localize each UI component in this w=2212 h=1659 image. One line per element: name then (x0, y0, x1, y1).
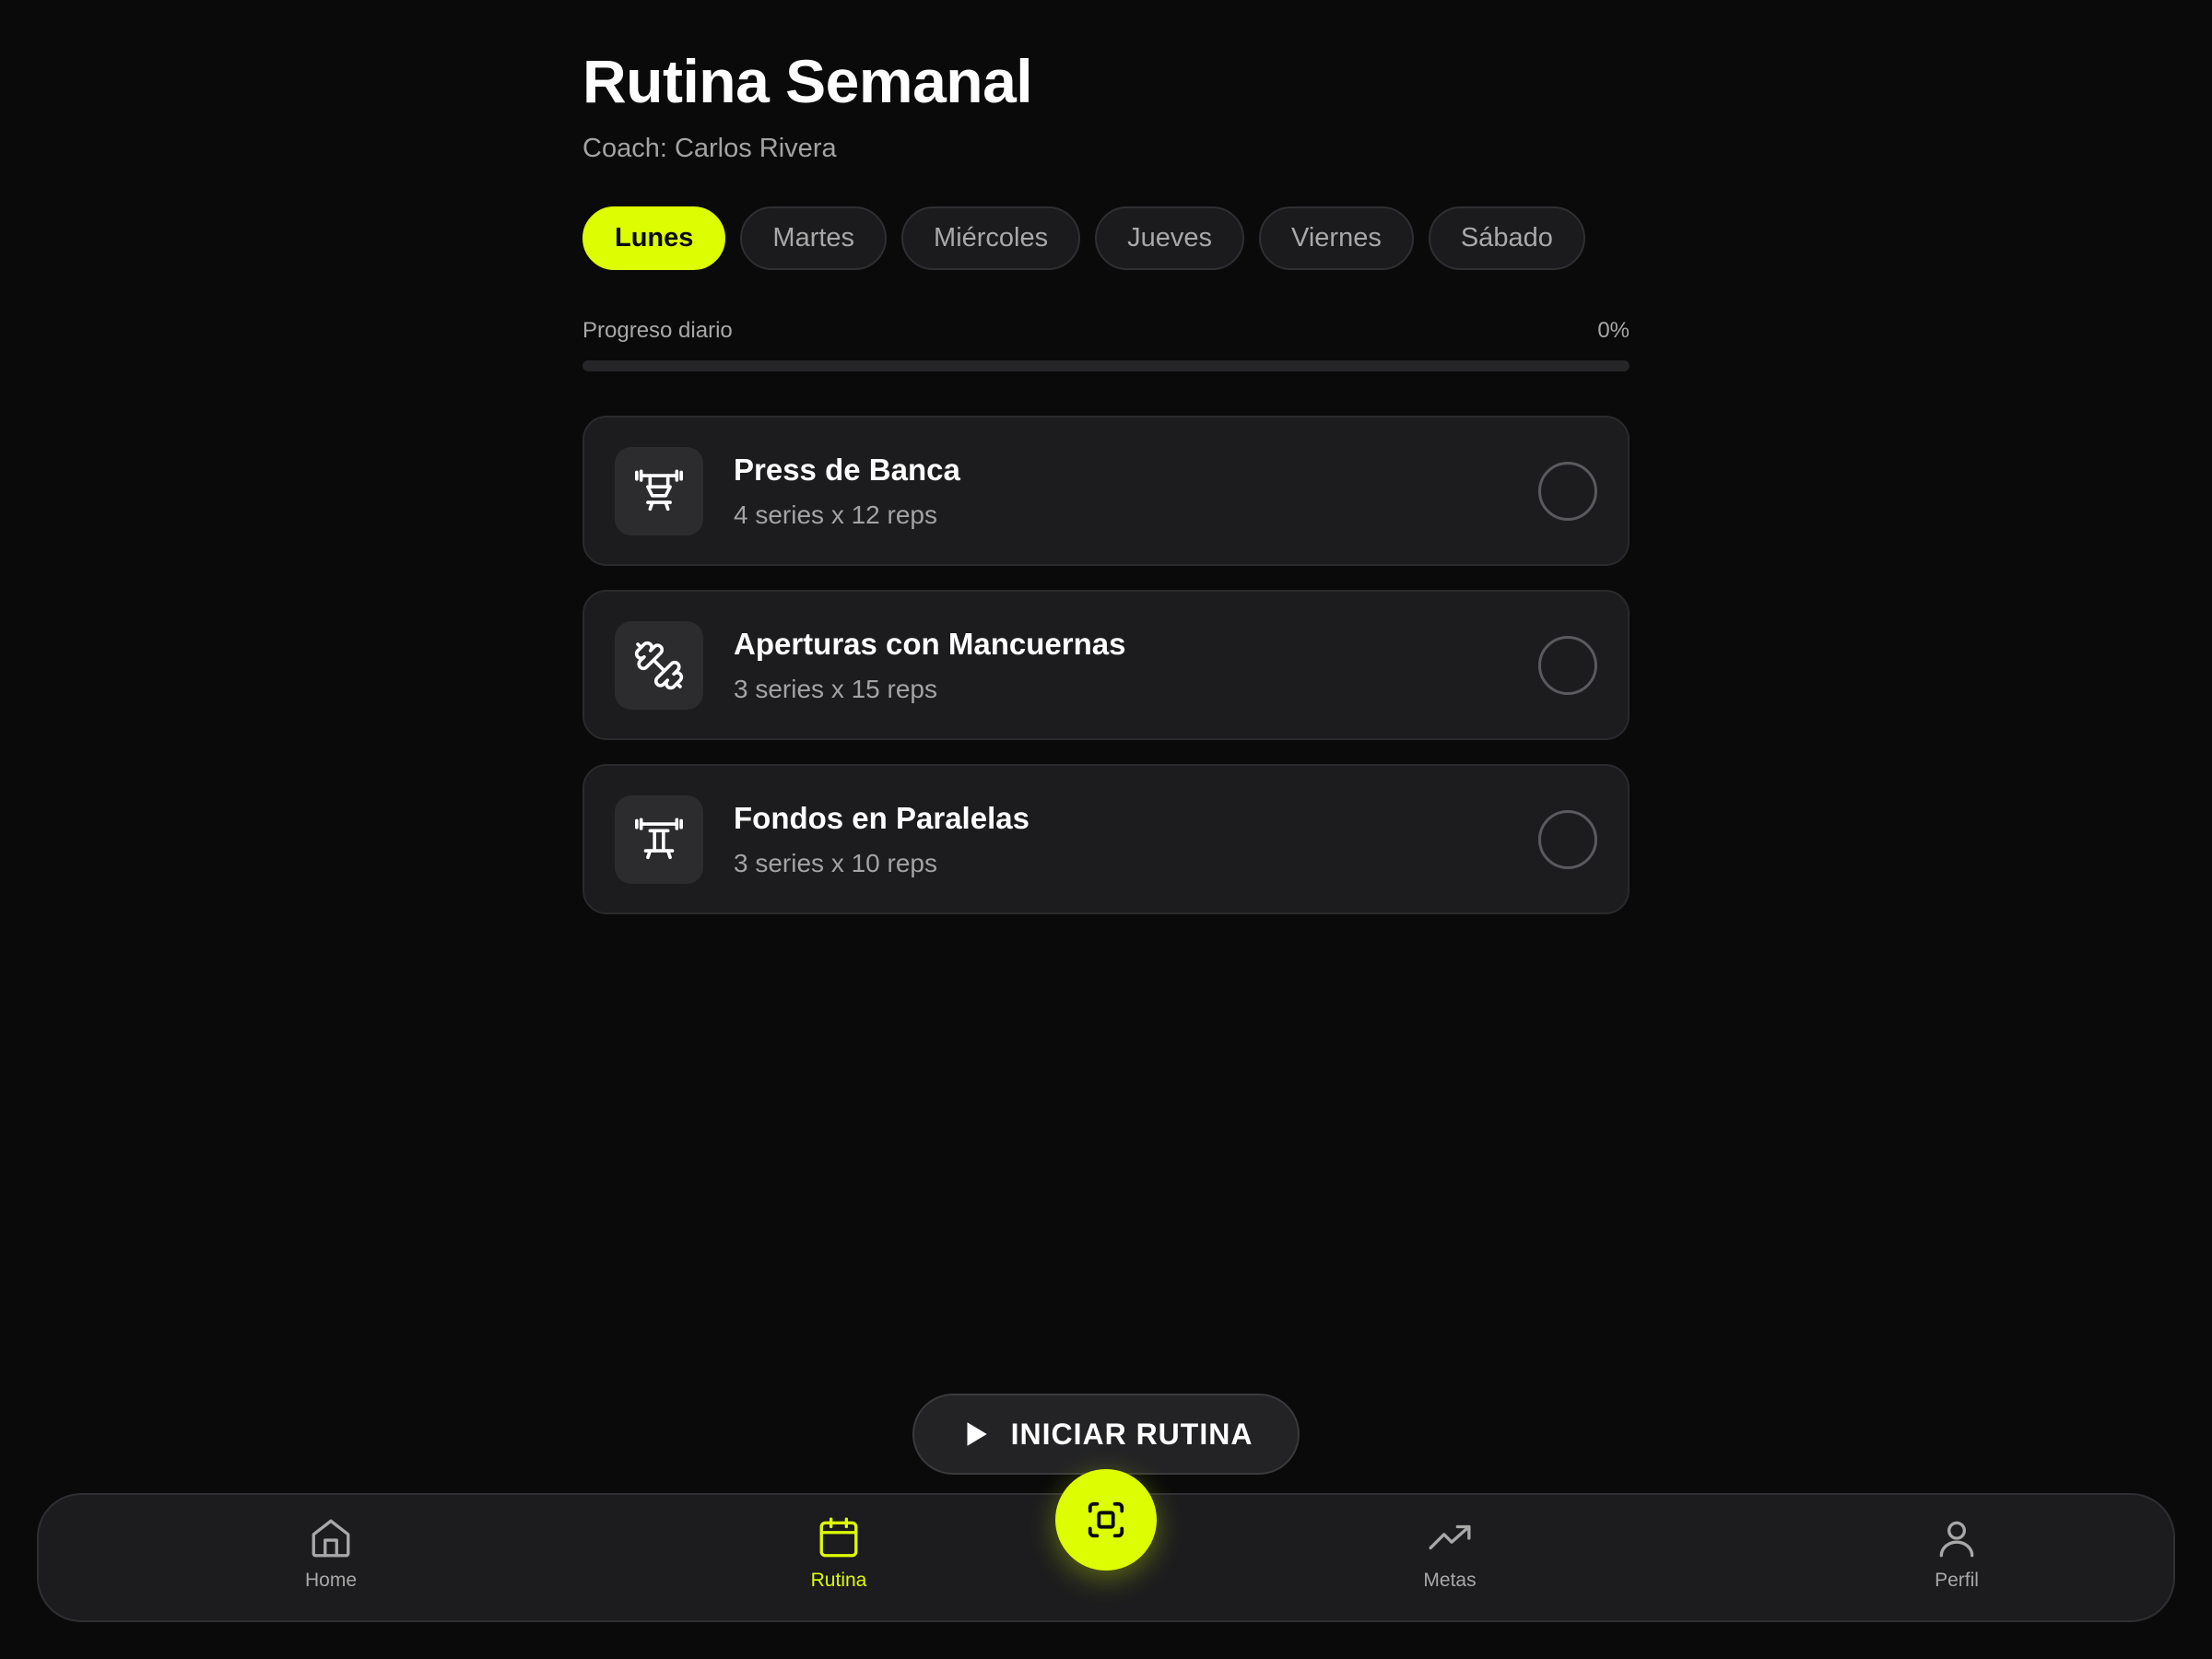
exercise-card[interactable]: Press de Banca 4 series x 12 reps (582, 416, 1630, 566)
tab-martes[interactable]: Martes (740, 206, 888, 270)
page-title: Rutina Semanal (582, 47, 1033, 115)
tab-lunes[interactable]: Lunes (582, 206, 726, 270)
play-icon (967, 1422, 987, 1446)
parallel-bars-icon (615, 794, 703, 884)
bench-press-icon (615, 446, 703, 535)
nav-item-home[interactable]: Home (257, 1515, 405, 1593)
nav-item-metas[interactable]: Metas (1376, 1515, 1524, 1593)
user-icon (1939, 1521, 1974, 1558)
exercise-detail: 3 series x 10 reps (734, 848, 937, 877)
tab-viernes[interactable]: Viernes (1259, 206, 1414, 270)
start-routine-label: INICIAR RUTINA (1010, 1417, 1253, 1451)
progress-label: Progreso diario (582, 318, 733, 343)
progress-value: 0% (1597, 318, 1630, 343)
scan-icon (1088, 1501, 1124, 1538)
main-content: Rutina Semanal Coach: Carlos Rivera Lune… (582, 46, 1630, 914)
tab-jueves[interactable]: Jueves (1095, 206, 1245, 270)
progress-bar (582, 360, 1630, 371)
trending-up-icon (1429, 1524, 1471, 1550)
progress-header: Progreso diario 0% (582, 318, 1630, 344)
exercise-name: Fondos en Paralelas (734, 800, 1030, 835)
coach-name: Coach: Carlos Rivera (582, 134, 837, 163)
nav-label-metas: Metas (1423, 1570, 1477, 1591)
nav-item-perfil[interactable]: Perfil (1883, 1515, 2030, 1593)
start-routine-button[interactable]: INICIAR RUTINA (912, 1394, 1300, 1475)
complete-checkbox[interactable] (1538, 635, 1597, 695)
nav-label-rutina: Rutina (810, 1570, 867, 1591)
dumbbell-icon (615, 620, 703, 710)
scan-button[interactable] (1055, 1469, 1157, 1571)
app-screen: Rutina Semanal Coach: Carlos Rivera Lune… (0, 0, 2212, 1659)
exercise-name: Aperturas con Mancuernas (734, 626, 1126, 661)
exercise-list: Press de Banca 4 series x 12 reps Apertu… (582, 416, 1630, 914)
exercise-card[interactable]: Aperturas con Mancuernas 3 series x 15 r… (582, 590, 1630, 740)
exercise-card[interactable]: Fondos en Paralelas 3 series x 10 reps (582, 764, 1630, 914)
day-tabs: Lunes Martes Miércoles Jueves Viernes Sá… (582, 206, 1630, 270)
calendar-icon (819, 1517, 858, 1558)
exercise-detail: 4 series x 12 reps (734, 500, 937, 529)
exercise-detail: 3 series x 15 reps (734, 674, 937, 703)
tab-sabado[interactable]: Sábado (1428, 206, 1585, 270)
nav-label-perfil: Perfil (1935, 1570, 1979, 1591)
tab-miercoles[interactable]: Miércoles (901, 206, 1081, 270)
complete-checkbox[interactable] (1538, 461, 1597, 521)
nav-item-rutina[interactable]: Rutina (765, 1515, 912, 1593)
nav-label-home: Home (304, 1570, 358, 1591)
home-icon (312, 1519, 350, 1558)
exercise-name: Press de Banca (734, 452, 960, 487)
complete-checkbox[interactable] (1538, 809, 1597, 869)
